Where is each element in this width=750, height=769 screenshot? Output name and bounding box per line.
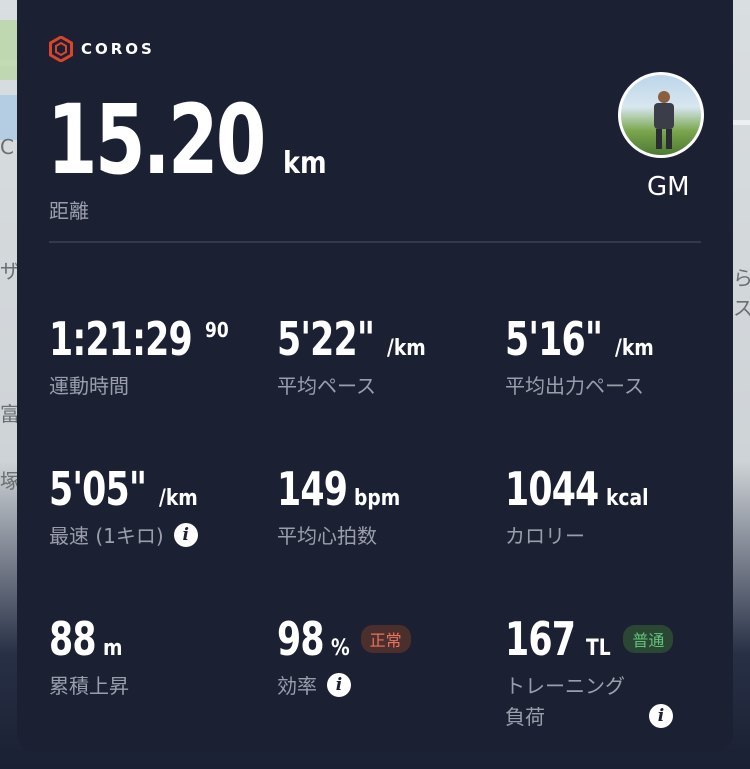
stat-value: 167 — [505, 612, 576, 666]
stat-exercise-time: 1:21:29 90 運動時間 — [49, 312, 233, 399]
stat-label: 運動時間 — [49, 374, 129, 398]
map-label: ス — [733, 296, 750, 320]
map-water — [0, 95, 17, 140]
distance-hero: 15.20 km — [47, 92, 334, 188]
status-badge: 正常 — [360, 625, 411, 653]
brand-logo: COROS — [49, 36, 155, 62]
map-label: C — [0, 135, 14, 159]
distance-unit: km — [283, 146, 327, 181]
stat-value: 5'16" — [505, 312, 603, 366]
stat-label: 効率 — [277, 674, 317, 698]
stat-training-load: 167 TL 普通 トレーニング 負荷 i — [505, 612, 674, 730]
map-park — [0, 20, 17, 80]
stat-unit: m — [102, 636, 123, 661]
map-road — [733, 120, 750, 125]
avatar-figure-leg — [656, 129, 662, 149]
info-icon[interactable]: i — [327, 672, 351, 697]
stat-value: 5'05" — [49, 462, 147, 516]
map-label: ら — [733, 266, 750, 290]
stat-value: 149 — [277, 462, 348, 516]
avatar-figure-head — [658, 91, 670, 103]
stat-unit: kcal — [606, 486, 649, 511]
user-initials: GM — [647, 172, 690, 202]
distance-value: 15.20 — [47, 84, 266, 196]
stat-unit: % — [330, 636, 350, 661]
stat-value: 98 — [277, 612, 325, 666]
avatar-figure-body — [654, 103, 674, 129]
stat-unit: /km — [386, 336, 426, 361]
stat-label: 平均ペース — [277, 374, 376, 398]
stat-label: 平均出力ペース — [505, 374, 644, 398]
stat-label: 累積上昇 — [49, 674, 129, 698]
stat-value: 88 — [49, 612, 97, 666]
stat-average-heart-rate: 149 bpm 平均心拍数 — [277, 462, 409, 549]
stat-calories: 1044 kcal カロリー — [505, 462, 656, 549]
stat-average-pace: 5'22" /km 平均ペース — [277, 312, 432, 399]
info-icon[interactable]: i — [173, 522, 198, 547]
stat-total-ascent: 88 m 累積上昇 — [49, 612, 129, 699]
brand-name: COROS — [81, 40, 155, 58]
stat-label: カロリー — [505, 524, 585, 548]
avatar[interactable] — [618, 72, 704, 158]
avatar-figure-leg — [666, 129, 672, 149]
stat-unit: /km — [158, 486, 198, 511]
coros-logo-icon — [49, 36, 73, 62]
stat-label: トレーニング — [505, 674, 625, 698]
divider — [49, 241, 701, 243]
stat-value: 1:21:29 — [49, 312, 193, 366]
stat-efficiency: 98 % 正常 効率 i — [277, 612, 411, 699]
activity-summary-card: COROS 15.20 km 距離 GM 1:21:29 90 運動時間 5'2… — [17, 0, 733, 752]
stat-unit: bpm — [354, 486, 401, 511]
stat-value-fraction: 90 — [205, 318, 229, 342]
stat-unit: /km — [614, 336, 654, 361]
stat-fastest-km: 5'05" /km 最速 (1キロ) i — [49, 462, 204, 549]
stat-value: 5'22" — [277, 312, 375, 366]
stat-value: 1044 — [505, 462, 599, 516]
status-badge: 普通 — [623, 625, 674, 653]
stat-average-power-pace: 5'16" /km 平均出力ペース — [505, 312, 660, 399]
stat-unit: TL — [586, 636, 612, 661]
stat-label: 最速 (1キロ) — [49, 524, 164, 548]
info-icon[interactable]: i — [649, 703, 673, 728]
stat-label: 平均心拍数 — [277, 524, 377, 548]
distance-label: 距離 — [49, 199, 89, 223]
stat-label: 負荷 — [505, 705, 545, 729]
